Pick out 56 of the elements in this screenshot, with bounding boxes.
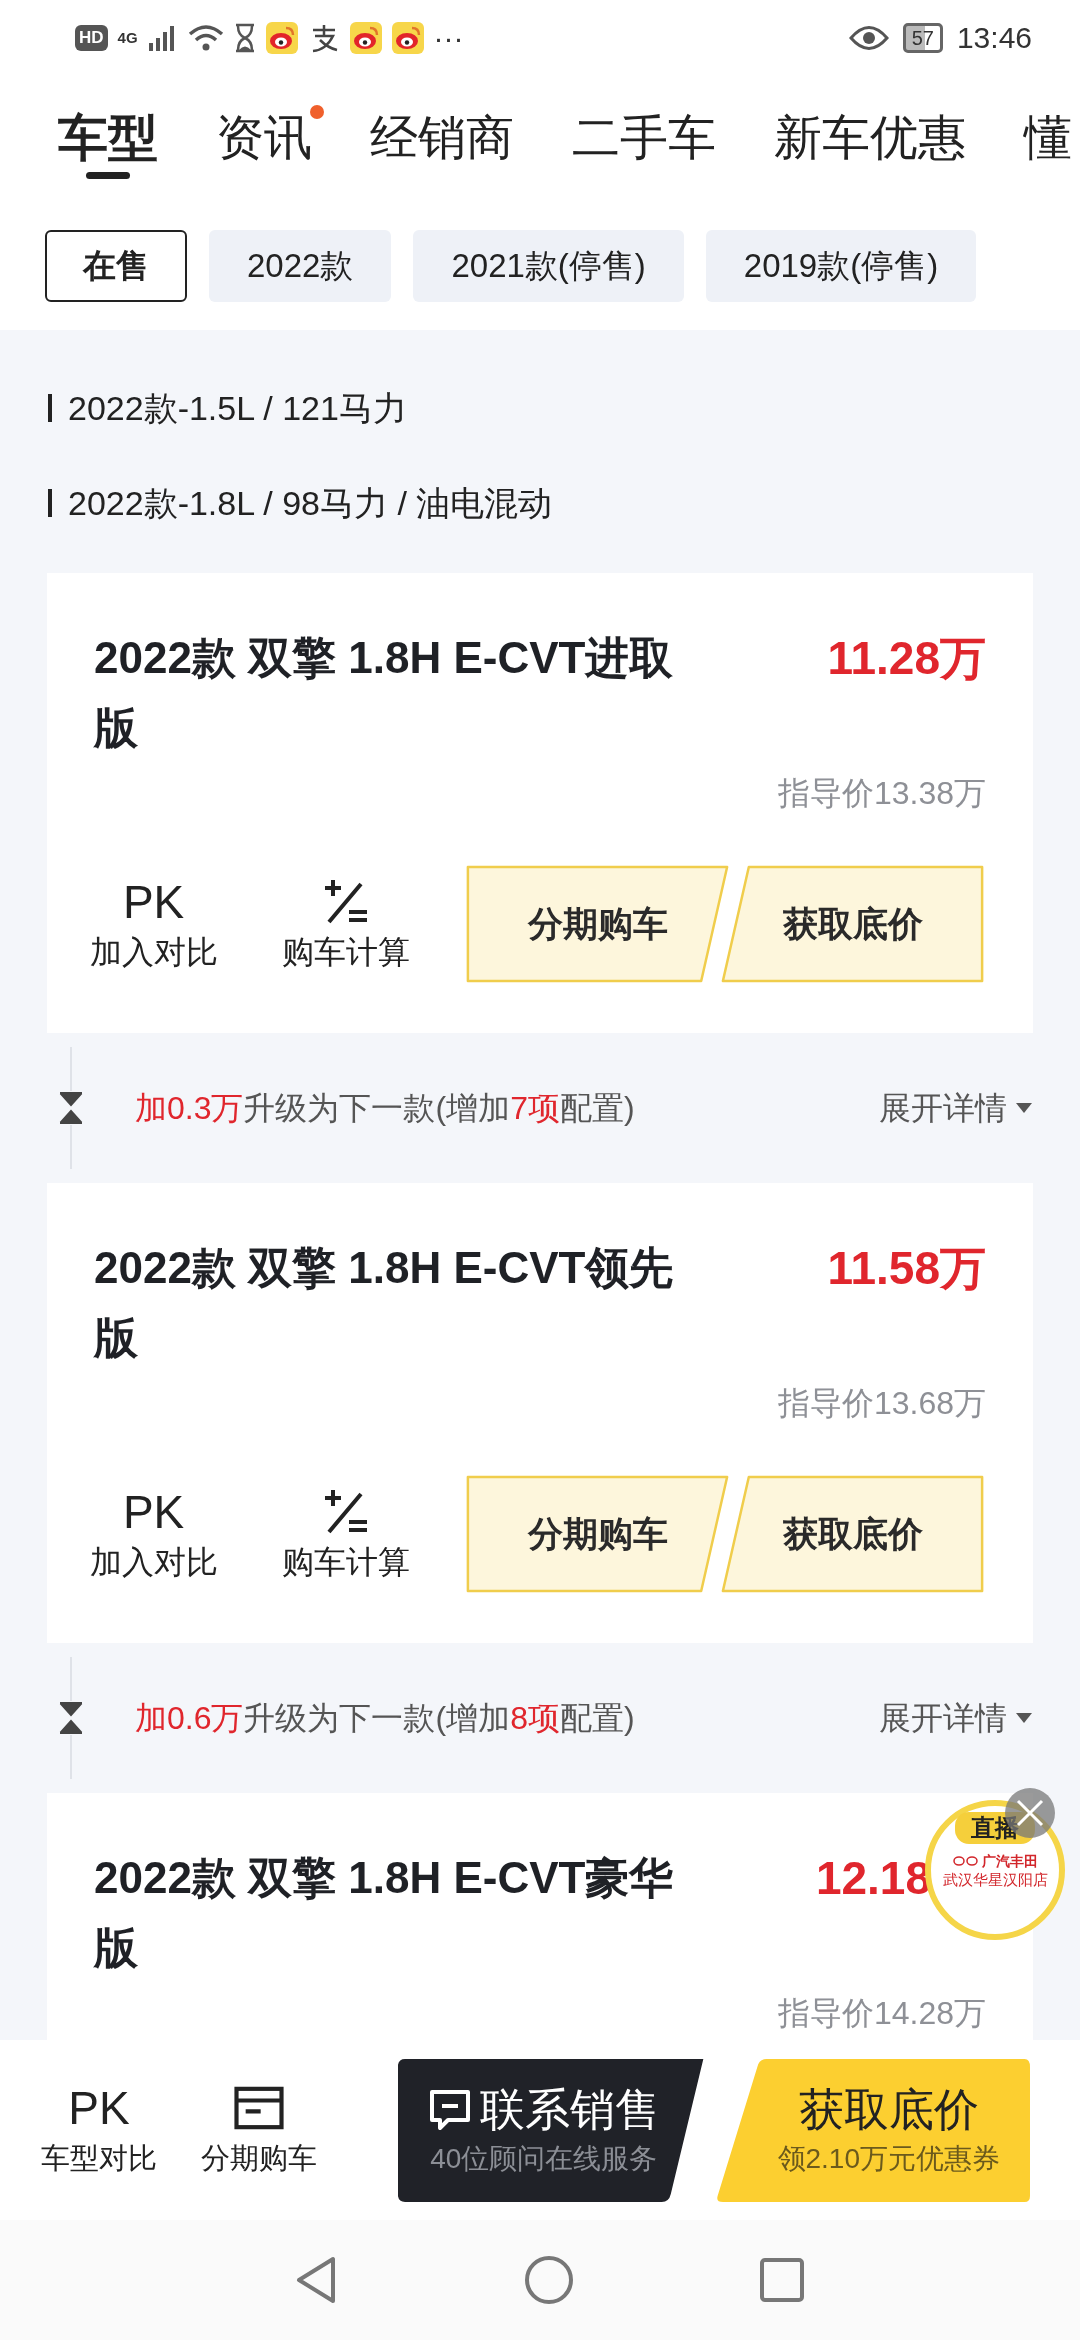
tool-label[interactable]: 分期购车 [200, 2136, 317, 2180]
filter-chip[interactable]: 2021款(停售) [413, 230, 684, 302]
trim-card[interactable]: 2022款 双擎 1.8H E-CVT领先版 11.58万 指导价13.68万 PK 加入对比 购车计算 分期购车 获取底价 [47, 1183, 1033, 1643]
guide-price: 指导价14.28万 [776, 1994, 986, 2033]
spec-group-header[interactable]: 2022款-1.8L / 98马力 / 油电混动 [68, 477, 553, 529]
action-label[interactable]: 购车计算 [281, 1540, 410, 1584]
caret-icon [1015, 1712, 1033, 1724]
quote-button[interactable]: 获取底价 [719, 1475, 986, 1593]
nav-tab[interactable]: 新车优惠 [762, 97, 978, 179]
guide-price: 指导价13.68万 [776, 1384, 986, 1423]
chat-icon [427, 2088, 472, 2132]
filter-chip[interactable]: 2022款 [209, 230, 392, 302]
trim-title: 2022款 双擎 1.8H E-CVT豪华版 [94, 1852, 675, 1974]
expand-details-link[interactable]: 展开详情 [879, 1084, 1033, 1132]
spec-group-header[interactable]: 2022款-1.5L / 121马力 [68, 382, 407, 434]
nav-tab[interactable]: 资讯 [204, 97, 324, 179]
nav-tab[interactable]: 二手车 [560, 97, 728, 179]
trim-price: 11.58万 [827, 1241, 986, 1296]
action-label[interactable]: 购车计算 [281, 930, 410, 974]
clock: 13:46 [956, 20, 1032, 56]
brand-logo-icon [952, 1855, 979, 1867]
hd-indicator: HD [75, 24, 108, 51]
quote-button[interactable]: 获取底价 [719, 865, 986, 983]
caret-icon [1015, 1102, 1033, 1114]
upgrade-note: 加0.6万升级为下一款(增加8项配置) [135, 1699, 636, 1738]
guide-price: 指导价13.38万 [776, 774, 986, 813]
recents-button[interactable] [759, 2257, 805, 2303]
home-button[interactable] [524, 2255, 574, 2305]
nav-tab[interactable]: 车型 [46, 97, 170, 179]
filter-chip[interactable]: 在售 [45, 230, 187, 302]
eye-icon [848, 24, 889, 51]
trim-title: 2022款 双擎 1.8H E-CVT领先版 [94, 1242, 675, 1364]
recents-icon [759, 2257, 805, 2303]
battery-level: 57 [902, 22, 943, 53]
app-notification-icon [349, 21, 382, 54]
network-type: 4G [117, 28, 138, 48]
more-notifications: ··· [433, 20, 464, 56]
trim-card[interactable]: 2022款 双擎 1.8H E-CVT进取版 11.28万 指导价13.38万 PK 加入对比 购车计算 分期购车 获取底价 [47, 573, 1033, 1033]
pk-icon: PK [68, 2080, 130, 2136]
action-label[interactable]: 加入对比 [89, 1540, 218, 1584]
action-label[interactable]: 加入对比 [89, 930, 218, 974]
app-notification-icon [265, 21, 298, 54]
pk-icon: PK [122, 874, 185, 930]
nav-tab[interactable]: 懂 [1012, 97, 1080, 179]
wifi-icon [187, 22, 224, 53]
tool-label[interactable]: 车型对比 [41, 2136, 157, 2180]
upgrade-note: 加0.3万升级为下一款(增加7项配置) [135, 1089, 636, 1128]
pk-icon: PK [122, 1484, 185, 1540]
trim-price: 11.28万 [827, 631, 986, 686]
nav-tab[interactable]: 经销商 [358, 97, 526, 179]
trim-title: 2022款 双擎 1.8H E-CVT进取版 [94, 632, 675, 754]
hourglass-icon [233, 22, 256, 53]
filter-chip[interactable]: 2019款(停售) [705, 230, 977, 302]
home-icon [524, 2255, 574, 2305]
expand-details-link[interactable]: 展开详情 [879, 1694, 1033, 1742]
app-notification-icon [391, 21, 424, 54]
